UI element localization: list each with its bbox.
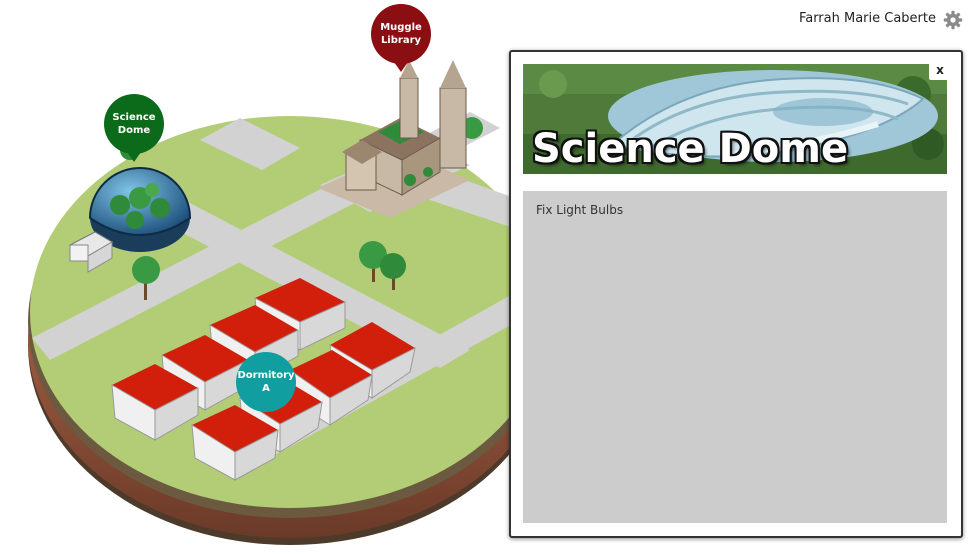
banner-title: Science Dome (532, 126, 849, 172)
marker-science-dome[interactable]: Science Dome (104, 94, 164, 162)
marker-muggle-library[interactable]: Muggle Library (371, 4, 431, 72)
marker-tail (394, 62, 408, 72)
building-detail-panel: Science Dome x Fix Light Bulbs (509, 50, 963, 538)
marker-science-dome-bubble: Science Dome (104, 94, 164, 154)
marker-muggle-library-bubble: Muggle Library (371, 4, 431, 64)
marker-dormitory-a[interactable]: Dormitory A (236, 352, 296, 412)
marker-dormitory-a-line1: Dormitory (237, 370, 295, 381)
gear-icon[interactable] (943, 10, 963, 30)
task-list: Fix Light Bulbs (523, 191, 947, 523)
marker-muggle-library-line1: Muggle (380, 22, 422, 33)
task-item[interactable]: Fix Light Bulbs (536, 203, 623, 217)
marker-dormitory-a-line2: A (262, 383, 270, 394)
marker-muggle-library-line2: Library (380, 35, 422, 46)
user-name[interactable]: Farrah Marie Caberte (799, 11, 936, 26)
marker-science-dome-line2: Dome (117, 125, 151, 136)
science-dome-banner: Science Dome (523, 64, 947, 174)
marker-science-dome-line1: Science (112, 112, 156, 123)
close-button[interactable]: x (929, 60, 951, 80)
marker-dormitory-a-bubble: Dormitory A (236, 352, 296, 412)
marker-tail (127, 152, 141, 162)
